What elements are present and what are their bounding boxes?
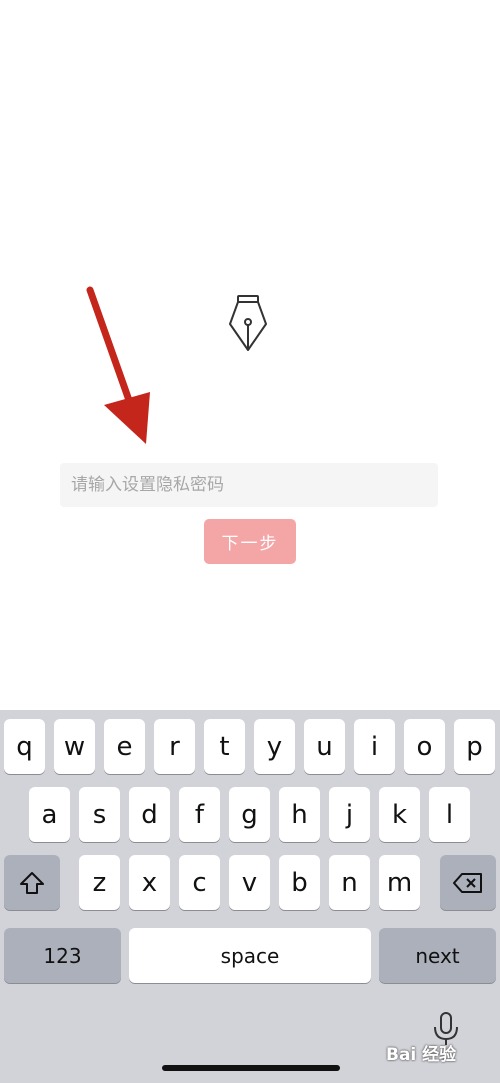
- key-h[interactable]: h: [279, 787, 320, 842]
- key-m[interactable]: m: [379, 855, 420, 910]
- key-y[interactable]: y: [254, 719, 295, 774]
- password-input[interactable]: [60, 463, 438, 507]
- watermark: Bai 经验: [386, 1045, 457, 1065]
- backspace-icon: [453, 872, 482, 893]
- shift-key[interactable]: [4, 855, 60, 910]
- numbers-key[interactable]: 123: [4, 928, 121, 983]
- key-s[interactable]: s: [79, 787, 120, 842]
- key-o[interactable]: o: [404, 719, 445, 774]
- key-e[interactable]: e: [104, 719, 145, 774]
- key-k[interactable]: k: [379, 787, 420, 842]
- key-l[interactable]: l: [429, 787, 470, 842]
- key-w[interactable]: w: [54, 719, 95, 774]
- key-c[interactable]: c: [179, 855, 220, 910]
- key-f[interactable]: f: [179, 787, 220, 842]
- key-p[interactable]: p: [454, 719, 495, 774]
- key-j[interactable]: j: [329, 787, 370, 842]
- key-b[interactable]: b: [279, 855, 320, 910]
- next-key[interactable]: next: [379, 928, 496, 983]
- next-step-button[interactable]: 下一步: [204, 519, 296, 564]
- space-key[interactable]: space: [129, 928, 371, 983]
- fountain-pen-icon: [229, 295, 267, 351]
- key-q[interactable]: q: [4, 719, 45, 774]
- shift-icon: [20, 871, 44, 894]
- key-z[interactable]: z: [79, 855, 120, 910]
- home-indicator: [162, 1065, 340, 1071]
- key-v[interactable]: v: [229, 855, 270, 910]
- key-a[interactable]: a: [29, 787, 70, 842]
- key-u[interactable]: u: [304, 719, 345, 774]
- key-g[interactable]: g: [229, 787, 270, 842]
- backspace-key[interactable]: [440, 855, 496, 910]
- key-i[interactable]: i: [354, 719, 395, 774]
- key-x[interactable]: x: [129, 855, 170, 910]
- key-t[interactable]: t: [204, 719, 245, 774]
- screen: 下一步 q w e r t y u i o p a s d f g h j k …: [0, 0, 500, 1083]
- key-d[interactable]: d: [129, 787, 170, 842]
- key-r[interactable]: r: [154, 719, 195, 774]
- keyboard: q w e r t y u i o p a s d f g h j k l z …: [0, 710, 500, 1083]
- key-n[interactable]: n: [329, 855, 370, 910]
